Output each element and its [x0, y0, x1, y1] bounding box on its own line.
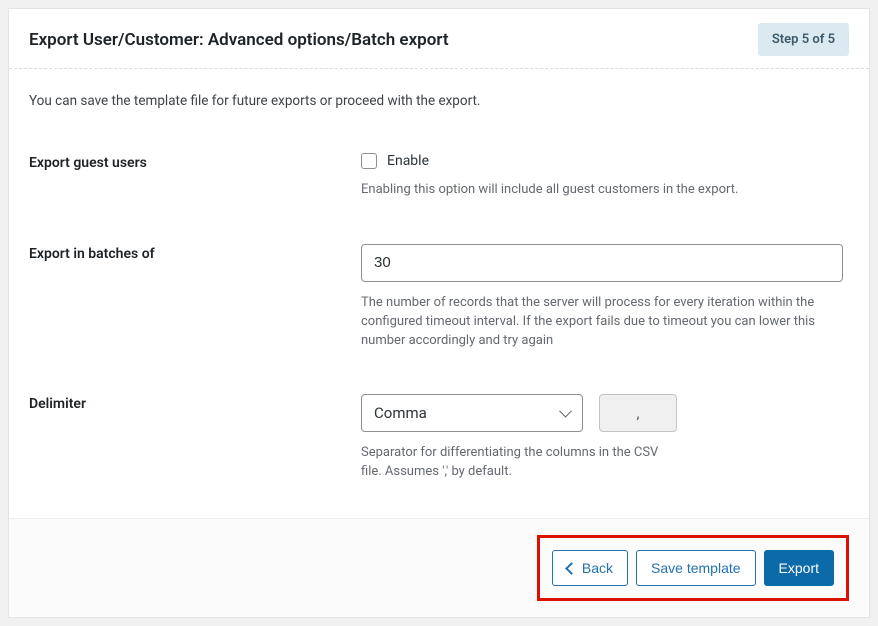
checkbox-row: Enable	[361, 153, 849, 169]
row-delimiter: Delimiter Comma , Separator for differen…	[29, 394, 849, 482]
delimiter-select[interactable]: Comma	[361, 394, 583, 432]
delimiter-preview: ,	[599, 394, 677, 432]
export-button-label: Export	[779, 561, 819, 575]
row-batch-size: Export in batches of The number of recor…	[29, 244, 849, 351]
guest-users-checkbox[interactable]	[361, 153, 377, 169]
control-batch-size: The number of records that the server wi…	[361, 244, 849, 351]
control-guest-users: Enable Enabling this option will include…	[361, 153, 849, 200]
label-batch-size: Export in batches of	[29, 244, 361, 262]
label-delimiter: Delimiter	[29, 394, 361, 412]
panel-body: You can save the template file for futur…	[9, 69, 869, 518]
panel-header: Export User/Customer: Advanced options/B…	[9, 9, 869, 69]
control-delimiter: Comma , Separator for differentiating th…	[361, 394, 849, 482]
intro-text: You can save the template file for futur…	[29, 93, 849, 109]
chevron-left-icon	[565, 562, 578, 575]
help-batch-size: The number of records that the server wi…	[361, 294, 821, 351]
save-template-button-label: Save template	[651, 561, 741, 575]
back-button[interactable]: Back	[552, 550, 628, 586]
delimiter-row: Comma ,	[361, 394, 849, 432]
label-guest-users: Export guest users	[29, 153, 361, 171]
back-button-label: Back	[582, 561, 613, 575]
guest-users-checkbox-label: Enable	[387, 153, 429, 169]
export-button[interactable]: Export	[764, 550, 834, 586]
row-guest-users: Export guest users Enable Enabling this …	[29, 153, 849, 200]
delimiter-selected-value: Comma	[374, 404, 427, 422]
footer-actions-highlight: Back Save template Export	[537, 535, 849, 601]
page-title: Export User/Customer: Advanced options/B…	[29, 30, 449, 50]
batch-size-input[interactable]	[361, 244, 843, 282]
help-guest-users: Enabling this option will include all gu…	[361, 181, 821, 200]
export-panel: Export User/Customer: Advanced options/B…	[8, 8, 870, 618]
step-badge: Step 5 of 5	[758, 23, 849, 56]
help-delimiter: Separator for differentiating the column…	[361, 444, 681, 482]
save-template-button[interactable]: Save template	[636, 550, 756, 586]
